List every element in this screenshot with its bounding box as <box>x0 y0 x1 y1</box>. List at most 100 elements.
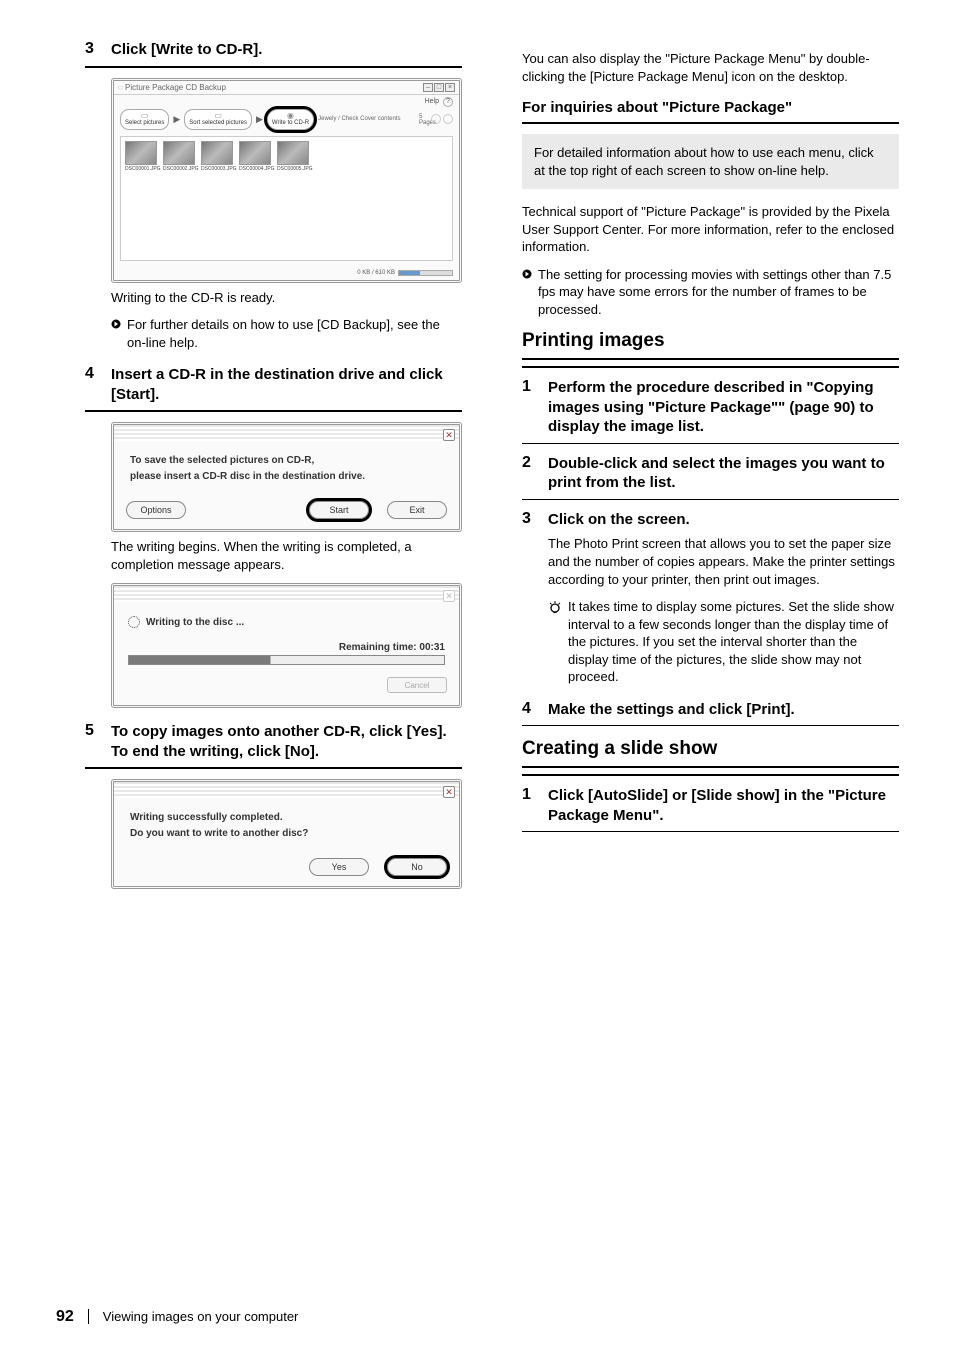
page-count: 5 Pages <box>419 114 429 124</box>
jewel-case-label: Jewely / Check Cover contents <box>318 116 400 122</box>
step-3-text: Click [Write to CD-R]. <box>111 40 262 60</box>
slideshow-divider-top <box>522 766 899 768</box>
slideshow-step-1-text: Click [AutoSlide] or [Slide show] in the… <box>548 786 899 825</box>
help-tip-box: For detailed information about how to us… <box>522 134 899 189</box>
writing-label: Writing to the disc ... <box>146 617 244 628</box>
thumbnail-image <box>277 141 309 165</box>
step-3-body: Writing to the CD-R is ready. <box>85 289 462 307</box>
thumbnail-image <box>125 141 157 165</box>
thumbnail[interactable]: DSC00002.JPG <box>163 141 195 172</box>
step-4-divider <box>85 410 462 412</box>
step-pill-select[interactable]: ▭ Select pictures <box>120 109 169 130</box>
close-button[interactable]: ✕ <box>443 786 455 798</box>
print-step-4-text: Make the settings and click [Print]. <box>548 700 795 720</box>
printing-divider-bottom <box>522 366 899 368</box>
thumbnail-image <box>239 141 271 165</box>
slideshow-step-1-divider <box>522 831 899 832</box>
yes-button[interactable]: Yes <box>309 858 369 876</box>
support-info: Technical support of "Picture Package" i… <box>522 203 899 256</box>
page-number: 92 <box>56 1308 74 1326</box>
insert-cdr-line2: please insert a CD-R disc in the destina… <box>130 469 443 485</box>
step-pill-write-label: Write to CD-R <box>272 120 309 127</box>
print-step-4-num: 4 <box>522 700 540 720</box>
thumbnail-caption: DSC00005.JPG <box>277 166 309 172</box>
nav-prev-icon[interactable] <box>431 114 441 124</box>
step-5-text: To copy images onto another CD-R, click … <box>111 722 462 761</box>
thumbnail-caption: DSC00001.JPG <box>125 166 157 172</box>
inquiries-divider <box>522 122 899 124</box>
tip-icon <box>548 600 562 614</box>
fps-note: The setting for processing movies with s… <box>538 266 899 319</box>
progress-bar <box>128 655 445 665</box>
note-icon <box>111 319 121 329</box>
slideshow-step-1-num: 1 <box>522 786 540 825</box>
nav-next-icon[interactable] <box>443 114 453 124</box>
print-step-3-body: The Photo Print screen that allows you t… <box>522 535 899 588</box>
pp-menu-note: You can also display the "Picture Packag… <box>522 50 899 85</box>
step-pill-select-label: Select pictures <box>125 120 164 127</box>
writing-progress-dialog: ✕ Writing to the disc ... Remaining time… <box>111 583 462 708</box>
step-5-divider <box>85 767 462 769</box>
close-icon[interactable]: × <box>445 83 455 92</box>
print-step-1-num: 1 <box>522 378 540 437</box>
printing-heading: Printing images <box>522 330 899 352</box>
write-complete-line1: Writing successfully completed. <box>130 810 443 826</box>
help-label[interactable]: Help <box>425 98 439 105</box>
folder-icon: ▭ <box>141 112 149 121</box>
help-icon[interactable]: ? <box>443 97 453 107</box>
slideshow-divider-bottom <box>522 774 899 776</box>
print-step-3-text: Click on the screen. <box>548 510 690 530</box>
window-buttons[interactable]: – □ × <box>423 83 455 92</box>
thumbnail-image <box>163 141 195 165</box>
thumbnail[interactable]: DSC00003.JPG <box>201 141 233 172</box>
no-button[interactable]: No <box>387 858 447 876</box>
close-button-disabled: ✕ <box>443 590 455 602</box>
step-pill-write[interactable]: ◉ Write to CD-R <box>267 109 314 130</box>
cd-backup-window: ◌ Picture Package CD Backup – □ × Help ?… <box>111 78 462 283</box>
thumbnail[interactable]: DSC00001.JPG <box>125 141 157 172</box>
step-4-num: 4 <box>85 365 103 404</box>
print-step-3-num: 3 <box>522 510 540 530</box>
options-button[interactable]: Options <box>126 501 186 519</box>
thumbnail-caption: DSC00004.JPG <box>239 166 271 172</box>
print-step-2-text: Double-click and select the images you w… <box>548 454 899 493</box>
thumbnail-caption: DSC00003.JPG <box>201 166 233 172</box>
step-3-num: 3 <box>85 40 103 60</box>
step-4-body: The writing begins. When the writing is … <box>85 538 462 573</box>
insert-cdr-dialog: ✕ To save the selected pictures on CD-R,… <box>111 422 462 532</box>
slideshow-interval-tip: It takes time to display some pictures. … <box>568 598 899 686</box>
maximize-icon[interactable]: □ <box>434 83 444 92</box>
print-step-2-num: 2 <box>522 454 540 493</box>
print-step-2-divider <box>522 499 899 500</box>
cancel-button[interactable]: Cancel <box>387 677 447 693</box>
inquiries-heading: For inquiries about "Picture Package" <box>522 99 899 116</box>
thumbnail-caption: DSC00002.JPG <box>163 166 195 172</box>
thumbnail-area: DSC00001.JPG DSC00002.JPG DSC00003.JPG D… <box>120 136 453 261</box>
spinner-icon <box>128 616 140 628</box>
sort-icon: ▭ <box>214 112 222 121</box>
close-button[interactable]: ✕ <box>443 429 455 441</box>
thumbnail[interactable]: DSC00005.JPG <box>277 141 309 172</box>
insert-cdr-line1: To save the selected pictures on CD-R, <box>130 453 443 469</box>
step-3-note: For further details on how to use [CD Ba… <box>127 316 462 351</box>
status-progress-bar <box>398 270 453 276</box>
thumbnail-image <box>201 141 233 165</box>
start-button[interactable]: Start <box>309 501 369 519</box>
footer-breadcrumb: Viewing images on your computer <box>88 1309 299 1324</box>
exit-button[interactable]: Exit <box>387 501 447 519</box>
note-icon <box>522 269 532 279</box>
print-step-1-divider <box>522 443 899 444</box>
arrow-icon: ▶ <box>256 114 263 125</box>
remaining-time: Remaining time: 00:31 <box>114 632 459 655</box>
step-3-divider <box>85 66 462 68</box>
step-pill-sort[interactable]: ▭ Sort selected pictures <box>184 109 252 130</box>
write-another-dialog: ✕ Writing successfully completed. Do you… <box>111 779 462 889</box>
write-complete-line2: Do you want to write to another disc? <box>130 826 443 842</box>
status-size: 0 KB / 610 KB <box>357 270 395 276</box>
disc-icon: ◉ <box>287 112 294 121</box>
thumbnail[interactable]: DSC00004.JPG <box>239 141 271 172</box>
print-step-4-divider <box>522 725 899 726</box>
step-pill-sort-label: Sort selected pictures <box>189 120 247 127</box>
print-step-1-text: Perform the procedure described in "Copy… <box>548 378 899 437</box>
minimize-icon[interactable]: – <box>423 83 433 92</box>
